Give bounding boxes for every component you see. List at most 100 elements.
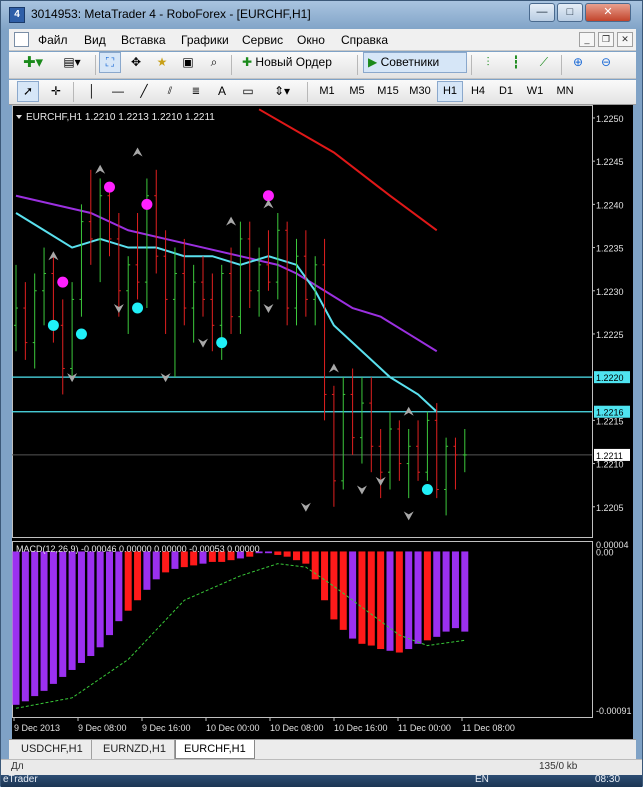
- macd-histogram-bar: [171, 551, 179, 569]
- text-label-icon[interactable]: ▭: [237, 81, 259, 102]
- mdi-minimize-icon[interactable]: _: [579, 32, 595, 47]
- drawing-timeframe-toolbar: ➚ ✛ │ ― ╱ ⫽ ≣ A ▭ ⇕▾ M1 M5 M15 M30 H1 H4…: [9, 80, 636, 105]
- window-title: 3014953: MetaTrader 4 - RoboForex - [EUR…: [31, 7, 311, 21]
- crosshair-data-window-icon[interactable]: ✥: [125, 52, 147, 73]
- macd-histogram-bar: [134, 551, 142, 601]
- timeframe-m1[interactable]: M1: [313, 81, 341, 102]
- tab-eurchf[interactable]: EURCHF,H1: [175, 740, 255, 759]
- timeframe-h4[interactable]: H4: [465, 81, 491, 102]
- timeframe-m15[interactable]: M15: [373, 81, 403, 102]
- moving-average-purple: [15, 194, 438, 353]
- maximize-button[interactable]: □: [557, 3, 583, 22]
- timeframe-m30[interactable]: M30: [405, 81, 435, 102]
- menu-bar: Файл Вид Вставка Графики Сервис Окно Спр…: [9, 29, 636, 51]
- macd-histogram-bar: [68, 551, 76, 670]
- terminal-icon[interactable]: ▣: [177, 52, 199, 73]
- macd-histogram-bar: [143, 551, 151, 590]
- equidistant-channel-icon[interactable]: ⫽: [159, 81, 181, 102]
- timeframe-w1[interactable]: W1: [521, 81, 549, 102]
- vertical-line-icon[interactable]: │: [81, 81, 103, 102]
- macd-histogram-bar: [124, 551, 132, 611]
- fractal-down-arrow-icon: [403, 511, 414, 521]
- trendline-icon[interactable]: ╱: [133, 81, 155, 102]
- app-window: 4 3014953: MetaTrader 4 - RoboForex - [E…: [0, 0, 643, 787]
- fractal-down-arrow-icon: [356, 485, 367, 495]
- crosshair-icon[interactable]: ✛: [45, 81, 67, 102]
- taskbar-app[interactable]: eTrader: [3, 774, 38, 785]
- macd-histogram-bar: [302, 551, 310, 564]
- line-chart-icon[interactable]: ⟋: [533, 52, 555, 73]
- new-order-button[interactable]: ✚ Новый Ордер: [237, 52, 353, 73]
- fractal-up-arrow-icon: [328, 363, 339, 373]
- cursor-icon[interactable]: ➚: [17, 81, 39, 102]
- tab-usdchf[interactable]: USDCHF,H1: [13, 740, 92, 759]
- time-label: 9 Dec 2013: [14, 723, 60, 733]
- macd-histogram-bar: [405, 551, 413, 650]
- macd-histogram-bar: [414, 551, 422, 644]
- navigator-icon[interactable]: ★: [151, 52, 173, 73]
- taskbar-language[interactable]: EN: [475, 774, 489, 785]
- standard-toolbar: ✚▾ ▤▾ ⛶ ✥ ★ ▣ ⌕ ✚ Новый Ордер ▶ Советник…: [9, 52, 636, 79]
- time-label: 9 Dec 16:00: [142, 723, 191, 733]
- chart-symbol-header: EURCHF,H1 1.2210 1.2213 1.2210 1.2211: [26, 112, 215, 123]
- time-label: 9 Dec 08:00: [78, 723, 127, 733]
- signal-dot-cyan: [47, 319, 59, 331]
- signal-dot-magenta: [57, 276, 69, 288]
- fibonacci-icon[interactable]: ≣: [185, 81, 207, 102]
- macd-histogram-bar: [106, 551, 113, 636]
- tab-eurnzd[interactable]: EURNZD,H1: [95, 740, 175, 759]
- menu-insert[interactable]: Вставка: [121, 33, 166, 47]
- experts-label: Советники: [380, 55, 440, 69]
- signal-dot-cyan: [75, 328, 87, 340]
- macd-histogram-bar: [96, 551, 104, 648]
- macd-histogram-bar: [31, 551, 39, 697]
- timeframe-m5[interactable]: M5: [343, 81, 371, 102]
- menu-window[interactable]: Окно: [297, 33, 325, 47]
- chart-area[interactable]: 1.2250 1.2245 1.2240 1.2235 1.2230 1.2225 1.22…: [12, 105, 633, 739]
- macd-histogram-bar: [152, 551, 160, 580]
- menu-help[interactable]: Справка: [341, 33, 388, 47]
- fractal-down-arrow-icon: [263, 304, 274, 314]
- expert-advisors-button[interactable]: ▶ Советники: [363, 52, 467, 73]
- strategy-tester-icon[interactable]: ⌕: [203, 52, 225, 73]
- arrows-icon[interactable]: ⇕▾: [265, 81, 299, 102]
- os-taskbar: eTrader EN 08:30: [1, 774, 642, 787]
- separator: [73, 82, 74, 102]
- timeframe-d1[interactable]: D1: [493, 81, 519, 102]
- separator: [95, 55, 96, 75]
- menu-file[interactable]: Файл: [38, 33, 68, 47]
- close-button[interactable]: ✕: [585, 3, 631, 22]
- time-label: 10 Dec 00:00: [206, 723, 260, 733]
- horizontal-line-icon[interactable]: ―: [107, 81, 129, 102]
- metatrader-icon: 4: [9, 7, 25, 23]
- mdi-restore-icon[interactable]: ❐: [598, 32, 614, 47]
- minimize-button[interactable]: —: [529, 3, 555, 22]
- menu-charts[interactable]: Графики: [181, 33, 229, 47]
- price-label: 1.2240: [596, 200, 624, 210]
- profiles-icon[interactable]: ▤▾: [55, 52, 89, 73]
- chart-header-arrow-icon: [16, 115, 22, 119]
- macd-histogram-bar: [311, 551, 319, 580]
- price-label: 1.2220: [596, 373, 624, 383]
- fractal-up-arrow-icon: [226, 216, 237, 226]
- macd-histogram-bar: [386, 551, 394, 651]
- menu-tools[interactable]: Сервис: [242, 33, 283, 47]
- timeframe-h1[interactable]: H1: [437, 81, 463, 102]
- bar-chart-icon[interactable]: ⫶: [477, 52, 499, 73]
- new-chart-icon[interactable]: ✚▾: [15, 52, 51, 73]
- macd-histogram-bar: [395, 551, 403, 653]
- market-watch-icon[interactable]: ⛶: [99, 52, 121, 73]
- chart-window-icon[interactable]: [14, 32, 29, 47]
- status-traffic: 135/0 kb: [539, 761, 578, 772]
- candlestick-icon[interactable]: ┇: [505, 52, 527, 73]
- menu-view[interactable]: Вид: [84, 33, 106, 47]
- separator: [561, 55, 562, 75]
- time-label: 10 Dec 16:00: [334, 723, 388, 733]
- price-chart-canvas[interactable]: 1.2250 1.2245 1.2240 1.2235 1.2230 1.2225 1.22…: [12, 105, 633, 739]
- timeframe-mn[interactable]: MN: [551, 81, 579, 102]
- zoom-out-icon[interactable]: ⊖: [595, 52, 617, 73]
- zoom-in-icon[interactable]: ⊕: [567, 52, 589, 73]
- title-bar[interactable]: 4 3014953: MetaTrader 4 - RoboForex - [E…: [1, 1, 642, 29]
- text-icon[interactable]: A: [211, 81, 233, 102]
- mdi-close-icon[interactable]: ✕: [617, 32, 633, 47]
